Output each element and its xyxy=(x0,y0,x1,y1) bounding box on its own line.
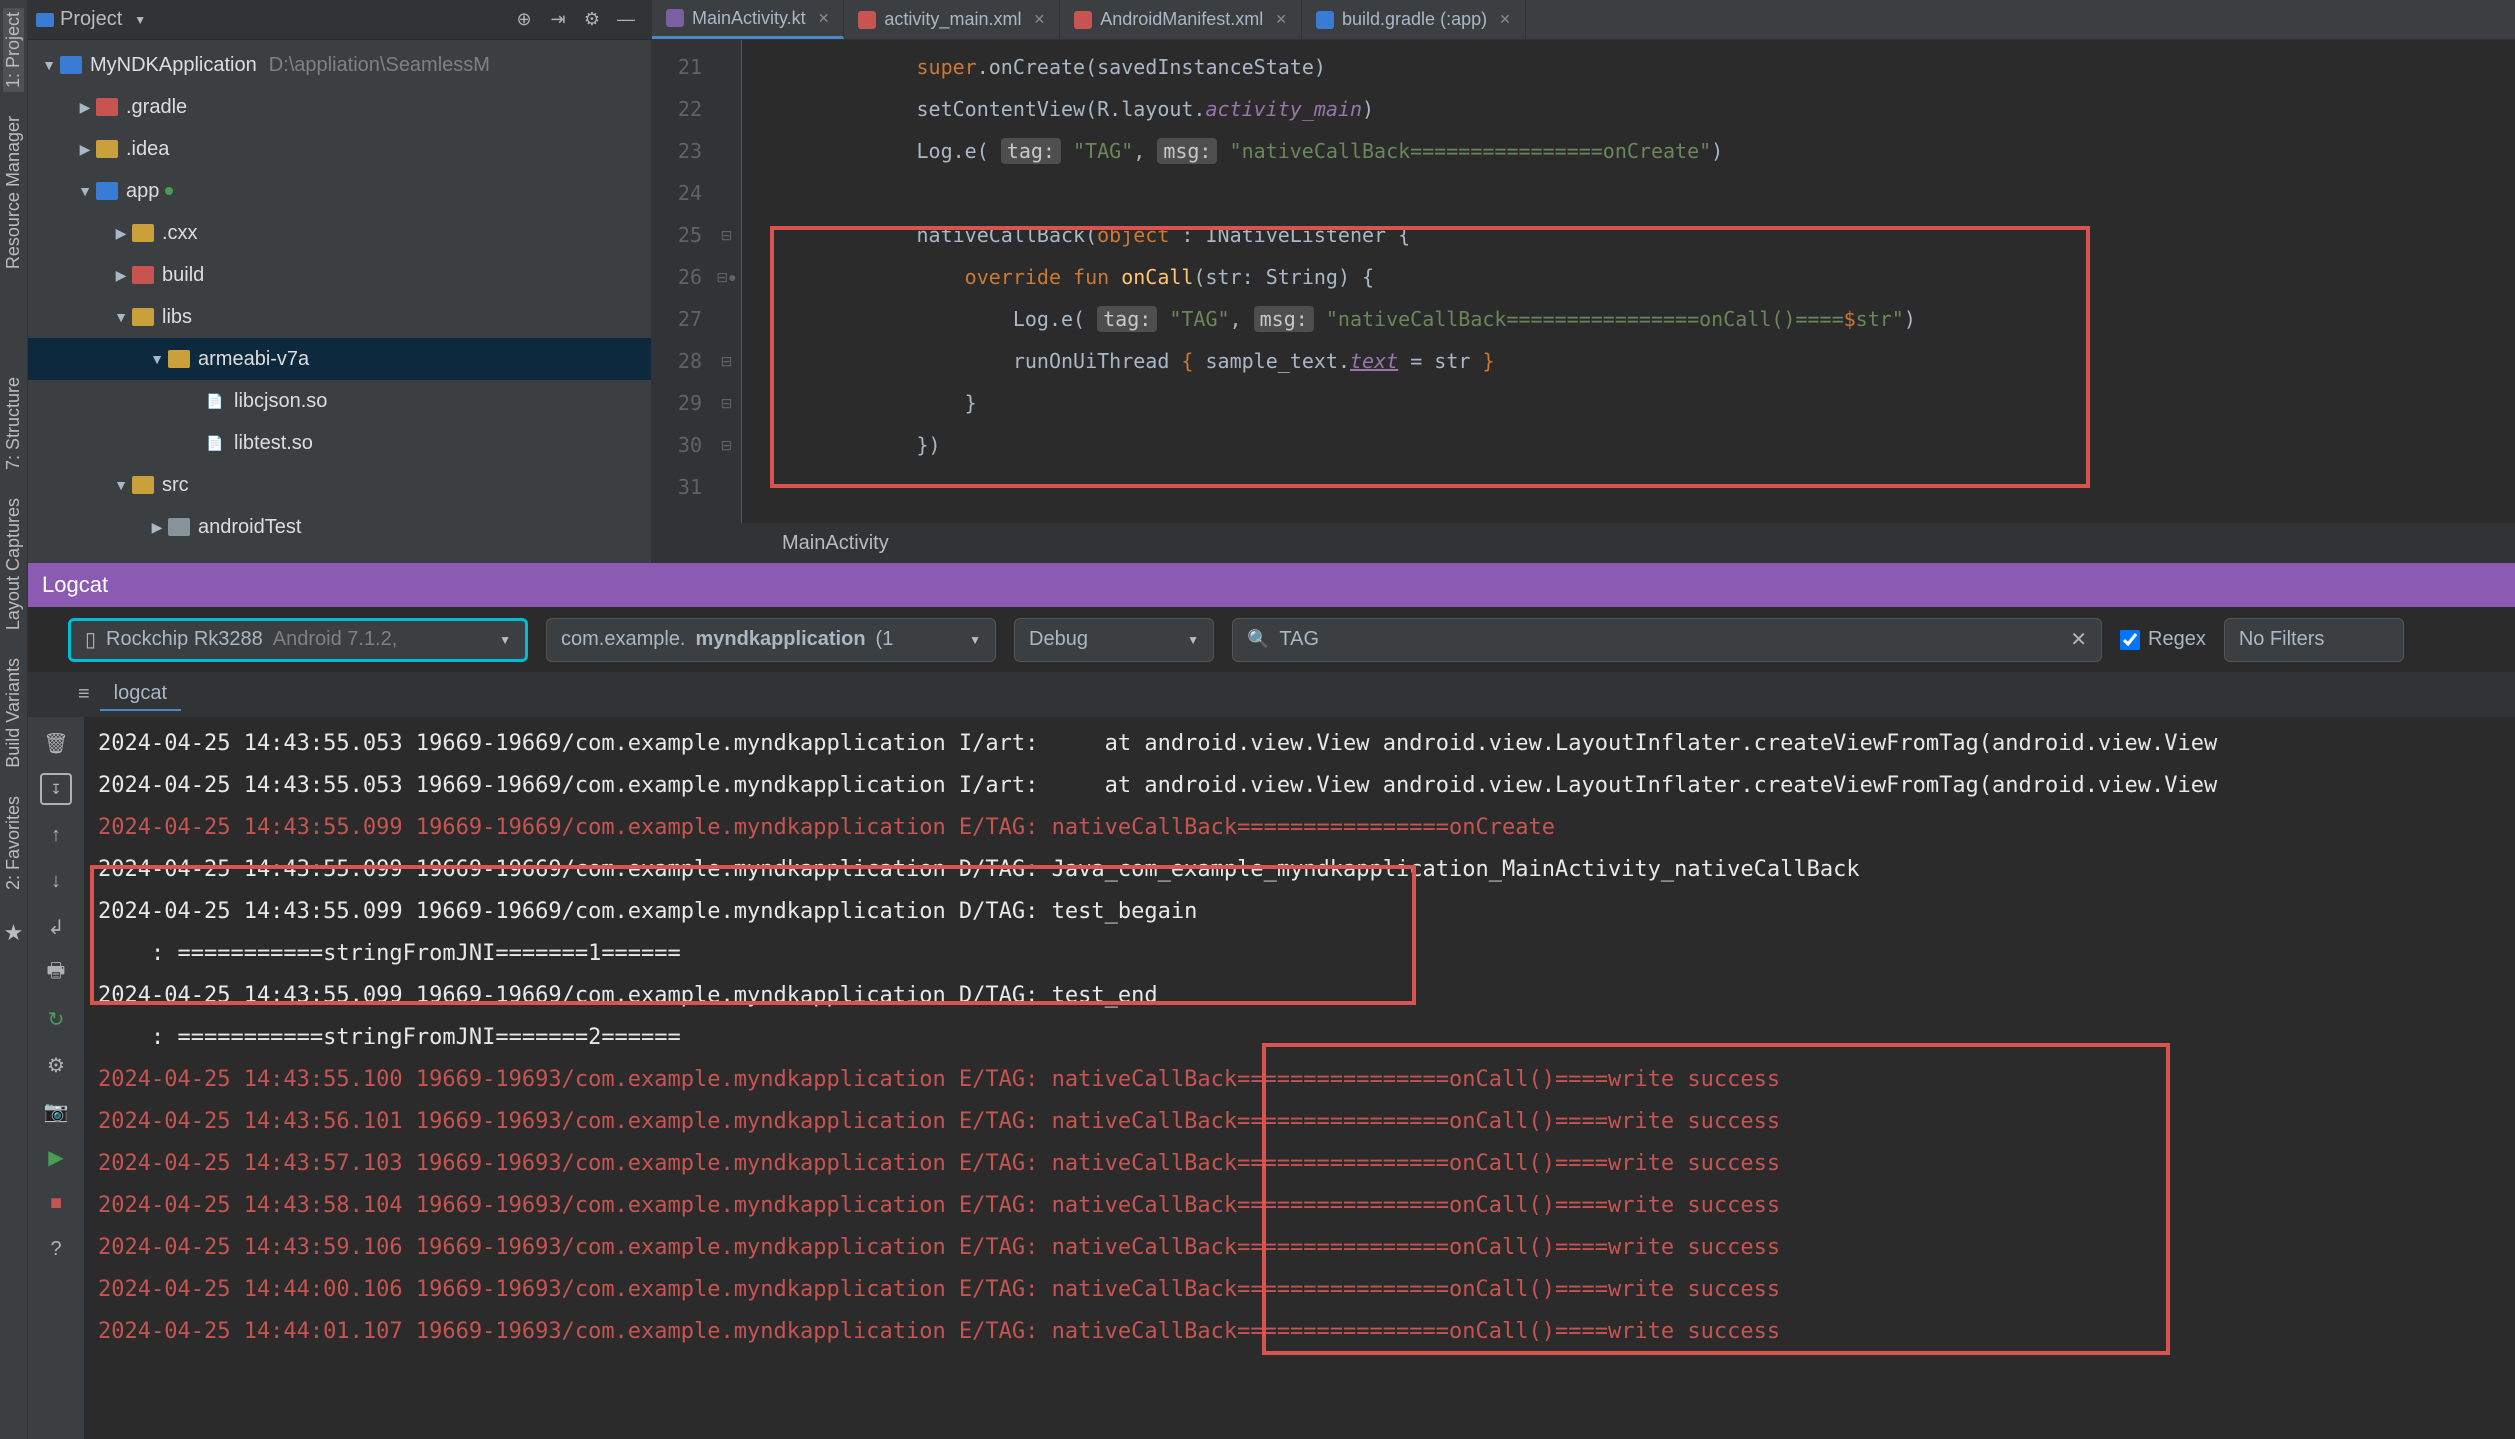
project-icon xyxy=(36,11,54,29)
logcat-title-bar[interactable]: Logcat xyxy=(28,563,2515,607)
tree-item[interactable]: ▶.cxx xyxy=(28,212,651,254)
clear-search-icon[interactable]: ✕ xyxy=(2070,627,2087,652)
trash-icon[interactable]: 🗑 xyxy=(40,727,72,759)
regex-checkbox[interactable] xyxy=(2120,630,2140,650)
chevron-down-icon: ▼ xyxy=(969,633,981,647)
log-line[interactable]: 2024-04-25 14:43:55.053 19669-19669/com.… xyxy=(98,723,2515,765)
print-icon[interactable]: 🖶 xyxy=(40,957,72,989)
code-editor[interactable]: super.onCreate(savedInstanceState) setCo… xyxy=(742,40,2515,523)
project-header: Project ▼ ⊕ ⇥ ⚙ — xyxy=(28,0,651,40)
device-android: Android 7.1.2, xyxy=(273,628,398,651)
tree-root[interactable]: ▼MyNDKApplicationD:\appliation\SeamlessM xyxy=(28,44,651,86)
filter-selector[interactable]: No Filters xyxy=(2224,618,2404,662)
fold-gutter[interactable]: ⊟⊟●⊟⊟⊟ xyxy=(712,40,742,523)
editor-tab[interactable]: MainActivity.kt✕ xyxy=(652,0,844,39)
restart-icon[interactable]: ↻ xyxy=(40,1003,72,1035)
minimize-icon[interactable]: — xyxy=(613,7,639,33)
regex-toggle[interactable]: Regex xyxy=(2120,628,2206,651)
logcat-toolbar: ▯ Rockchip Rk3288 Android 7.1.2, ▼ com.e… xyxy=(28,607,2515,673)
log-line[interactable]: 2024-04-25 14:43:55.053 19669-19669/com.… xyxy=(98,765,2515,807)
rail-layout-captures[interactable]: Layout Captures xyxy=(3,494,24,634)
left-tool-rail: 1: Project Resource Manager 7: Structure… xyxy=(0,0,28,1439)
device-selector[interactable]: ▯ Rockchip Rk3288 Android 7.1.2, ▼ xyxy=(68,618,528,662)
logcat-side-toolbar: 🗑 ↧ ↑ ↓ ↲ 🖶 ↻ ⚙ 📷 ▶ ■ ? xyxy=(28,717,84,1439)
log-line[interactable]: 2024-04-25 14:43:57.103 19669-19693/com.… xyxy=(98,1143,2515,1185)
tree-item[interactable]: ▼armeabi-v7a xyxy=(28,338,651,380)
project-tree[interactable]: ▼MyNDKApplicationD:\appliation\SeamlessM… xyxy=(28,40,651,563)
wrap-icon[interactable]: ↲ xyxy=(40,911,72,943)
target-icon[interactable]: ⊕ xyxy=(511,7,537,33)
device-name: Rockchip Rk3288 xyxy=(106,628,263,651)
log-level-selector[interactable]: Debug ▼ xyxy=(1014,618,1214,662)
close-icon[interactable]: ✕ xyxy=(1033,11,1045,28)
editor-area: MainActivity.kt✕activity_main.xml✕Androi… xyxy=(652,0,2515,563)
up-icon[interactable]: ↑ xyxy=(40,819,72,851)
rail-build-variants[interactable]: Build Variants xyxy=(3,654,24,772)
log-line[interactable]: : ===========stringFromJNI=======2====== xyxy=(98,1017,2515,1059)
filter-label: No Filters xyxy=(2239,628,2325,651)
log-line[interactable]: 2024-04-25 14:43:55.099 19669-19669/com.… xyxy=(98,975,2515,1017)
process-name: myndkapplication xyxy=(696,628,866,651)
settings-icon[interactable]: ⚙ xyxy=(40,1049,72,1081)
tree-item[interactable]: ▶.gradle xyxy=(28,86,651,128)
editor-tab[interactable]: activity_main.xml✕ xyxy=(844,0,1060,39)
close-icon[interactable]: ✕ xyxy=(1499,11,1511,28)
collapse-icon[interactable]: ⇥ xyxy=(545,7,571,33)
chevron-down-icon: ▼ xyxy=(499,633,511,647)
log-line[interactable]: 2024-04-25 14:43:59.106 19669-19693/com.… xyxy=(98,1227,2515,1269)
log-line[interactable]: 2024-04-25 14:44:01.107 19669-19693/com.… xyxy=(98,1311,2515,1353)
rail-resource-manager[interactable]: Resource Manager xyxy=(3,112,24,273)
process-selector[interactable]: com.example. myndkapplication (1 ▼ xyxy=(546,618,996,662)
logcat-output[interactable]: 2024-04-25 14:43:55.053 19669-19669/com.… xyxy=(84,717,2515,1439)
tree-item[interactable]: 📄libcjson.so xyxy=(28,380,651,422)
editor-tab[interactable]: AndroidManifest.xml✕ xyxy=(1060,0,1302,39)
logcat-search[interactable]: 🔍 TAG ✕ xyxy=(1232,618,2102,662)
log-line[interactable]: : ===========stringFromJNI=======1====== xyxy=(98,933,2515,975)
stop-icon[interactable]: ■ xyxy=(40,1187,72,1219)
tree-item[interactable]: ▶build xyxy=(28,254,651,296)
line-number-gutter: 2122232425262728293031 xyxy=(652,40,712,523)
log-line[interactable]: 2024-04-25 14:43:55.099 19669-19669/com.… xyxy=(98,891,2515,933)
rail-structure[interactable]: 7: Structure xyxy=(3,373,24,474)
log-line[interactable]: 2024-04-25 14:43:55.099 19669-19669/com.… xyxy=(98,807,2515,849)
camera-icon[interactable]: 📷 xyxy=(40,1095,72,1127)
gear-icon[interactable]: ⚙ xyxy=(579,7,605,33)
logcat-tabs: ≡ logcat xyxy=(28,673,2515,717)
search-value: TAG xyxy=(1279,628,1319,651)
regex-label: Regex xyxy=(2148,628,2206,651)
log-line[interactable]: 2024-04-25 14:43:56.101 19669-19693/com.… xyxy=(98,1101,2515,1143)
down-icon[interactable]: ↓ xyxy=(40,865,72,897)
filter-icon[interactable]: ≡ xyxy=(78,683,90,706)
help-icon[interactable]: ? xyxy=(40,1233,72,1265)
log-line[interactable]: 2024-04-25 14:43:58.104 19669-19693/com.… xyxy=(98,1185,2515,1227)
tree-item[interactable]: ▼libs xyxy=(28,296,651,338)
run-icon[interactable]: ▶ xyxy=(40,1141,72,1173)
rail-project[interactable]: 1: Project xyxy=(3,8,24,92)
process-prefix: com.example. xyxy=(561,628,686,651)
close-icon[interactable]: ✕ xyxy=(1275,11,1287,28)
log-level: Debug xyxy=(1029,628,1088,651)
scroll-end-icon[interactable]: ↧ xyxy=(40,773,72,805)
tree-item[interactable]: ▼app xyxy=(28,170,651,212)
project-panel: Project ▼ ⊕ ⇥ ⚙ — ▼MyNDKApplicationD:\ap… xyxy=(28,0,652,563)
tree-item[interactable]: 📄libtest.so xyxy=(28,422,651,464)
process-suffix: (1 xyxy=(876,628,894,651)
log-line[interactable]: 2024-04-25 14:43:55.100 19669-19693/com.… xyxy=(98,1059,2515,1101)
project-dropdown-icon[interactable]: ▼ xyxy=(134,13,146,27)
breadcrumb[interactable]: MainActivity xyxy=(652,523,2515,563)
editor-tabs: MainActivity.kt✕activity_main.xml✕Androi… xyxy=(652,0,2515,40)
chevron-down-icon: ▼ xyxy=(1187,633,1199,647)
log-line[interactable]: 2024-04-25 14:43:55.099 19669-19669/com.… xyxy=(98,849,2515,891)
logcat-tab[interactable]: logcat xyxy=(100,678,181,711)
rail-favorites[interactable]: 2: Favorites xyxy=(3,792,24,894)
tree-item[interactable]: ▶androidTest xyxy=(28,506,651,548)
project-title[interactable]: Project xyxy=(60,8,122,31)
phone-icon: ▯ xyxy=(85,627,96,652)
log-line[interactable]: 2024-04-25 14:44:00.106 19669-19693/com.… xyxy=(98,1269,2515,1311)
search-icon: 🔍 xyxy=(1247,629,1269,650)
tree-item[interactable]: ▼src xyxy=(28,464,651,506)
close-icon[interactable]: ✕ xyxy=(818,10,830,27)
editor-tab[interactable]: build.gradle (:app)✕ xyxy=(1302,0,1526,39)
tree-item[interactable]: ▶.idea xyxy=(28,128,651,170)
